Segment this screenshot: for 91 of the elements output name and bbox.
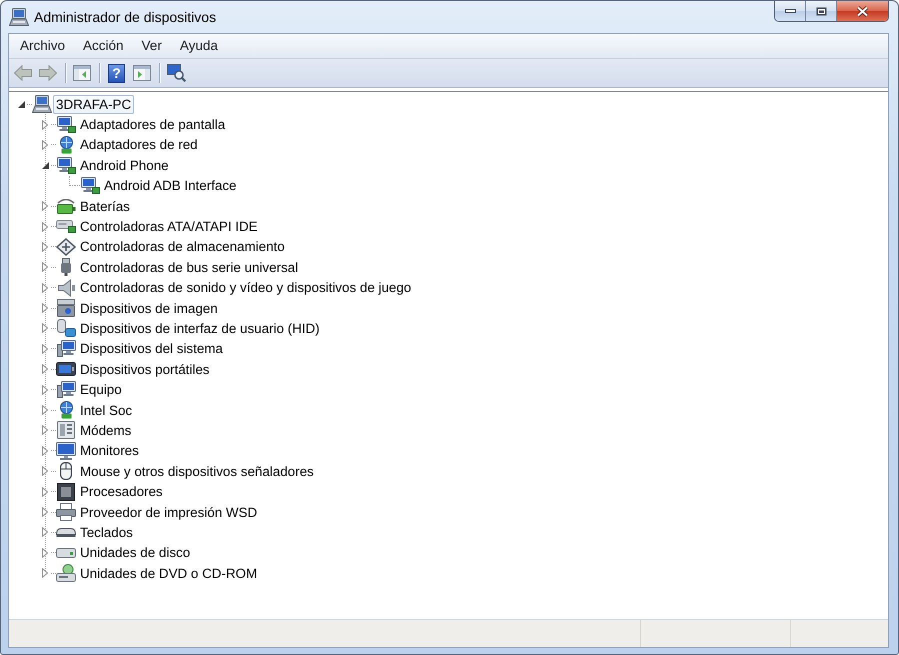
minimize-button[interactable]	[775, 1, 806, 21]
tree-item[interactable]: Unidades de disco	[77, 543, 194, 562]
close-button[interactable]	[837, 1, 888, 21]
tree-item[interactable]: Unidades de DVD o CD-ROM	[77, 564, 260, 583]
expand-arrow-icon[interactable]	[42, 303, 48, 314]
tree-item[interactable]: Adaptadores de red	[77, 135, 201, 154]
menu-item[interactable]: Archivo	[11, 36, 74, 56]
tree-item[interactable]: Intel Soc	[77, 400, 136, 420]
monitor-icon	[56, 442, 76, 460]
tree-item[interactable]: Android ADB Interface	[101, 176, 240, 196]
close-icon	[856, 6, 869, 16]
back-arrow-icon	[14, 65, 32, 81]
tree-item[interactable]: Mouse y otros dispositivos señaladores	[77, 462, 317, 481]
laptop-icon	[9, 8, 29, 26]
expand-arrow-icon[interactable]	[42, 344, 48, 354]
menu-item[interactable]: Ver	[132, 36, 171, 56]
expand-arrow-icon[interactable]	[42, 568, 48, 578]
expand-arrow-icon[interactable]	[42, 527, 48, 538]
expand-arrow-icon[interactable]	[42, 446, 48, 456]
console-tree-button[interactable]	[71, 62, 93, 84]
scan-hardware-button[interactable]	[165, 62, 187, 84]
tree-item[interactable]: Controladoras de almacenamiento	[77, 237, 288, 256]
expand-arrow-icon[interactable]	[42, 384, 48, 395]
tree-item[interactable]: 3DRAFA-PC	[53, 94, 134, 114]
tree-item[interactable]: Dispositivos del sistema	[77, 339, 226, 358]
tree-item[interactable]: Dispositivos portátiles	[77, 360, 212, 379]
tree-item[interactable]: Controladoras de bus serie universal	[77, 258, 302, 277]
minimize-icon	[784, 9, 796, 13]
tree-item[interactable]: Proveedor de impresión WSD	[77, 502, 260, 522]
expand-arrow-icon[interactable]	[42, 548, 48, 558]
tree-item[interactable]: Dispositivos de interfaz de usuario (HID)	[77, 318, 323, 338]
tree-item[interactable]: Monitores	[77, 441, 142, 460]
tree-item[interactable]: Dispositivos de imagen	[77, 298, 221, 318]
expand-arrow-icon[interactable]	[42, 466, 48, 476]
optical-drive-icon	[56, 564, 76, 582]
network-icon	[60, 401, 72, 419]
tree-item[interactable]: Módems	[77, 420, 134, 440]
network-icon	[60, 136, 72, 154]
mouse-icon	[60, 462, 72, 480]
window-pane-icon	[73, 65, 91, 81]
maximize-button[interactable]	[806, 1, 837, 21]
window-pane-icon	[133, 65, 151, 81]
tree-item[interactable]: Controladoras de sonido y vídeo y dispositivos de juego	[77, 278, 414, 298]
expand-arrow-icon[interactable]	[42, 282, 48, 293]
monitor-card-icon	[80, 177, 100, 194]
expand-arrow-icon[interactable]	[42, 425, 48, 436]
expand-arrow-icon[interactable]	[42, 222, 48, 232]
camera-icon	[57, 299, 75, 318]
input-device-icon	[56, 319, 76, 338]
maximize-icon	[816, 6, 826, 16]
collapse-arrow-icon[interactable]	[42, 162, 48, 169]
expand-arrow-icon[interactable]	[42, 323, 48, 334]
expand-arrow-icon[interactable]	[42, 201, 48, 212]
tree-item[interactable]: Equipo	[77, 380, 125, 400]
tree-item[interactable]: Android Phone	[77, 156, 172, 175]
battery-icon	[56, 198, 76, 214]
expand-arrow-icon[interactable]	[42, 262, 48, 272]
keyboard-icon	[56, 528, 76, 538]
expand-arrow-icon[interactable]	[42, 140, 48, 150]
tree-item[interactable]: Adaptadores de pantalla	[77, 115, 228, 134]
tree-item[interactable]: Teclados	[77, 522, 136, 542]
modem-icon	[57, 421, 75, 440]
computer-icon	[56, 340, 76, 358]
processor-chip-icon	[57, 482, 75, 501]
expand-arrow-icon[interactable]	[42, 507, 48, 517]
printer-icon	[56, 503, 76, 521]
collapse-arrow-icon[interactable]	[18, 100, 24, 108]
action-pane-button[interactable]	[131, 62, 153, 84]
monitor-card-icon	[56, 156, 76, 174]
expand-arrow-icon[interactable]	[42, 486, 48, 497]
storage-controller-icon	[56, 238, 76, 256]
expand-arrow-icon[interactable]	[42, 242, 48, 252]
expand-arrow-icon[interactable]	[42, 120, 48, 130]
menu-item[interactable]: Acción	[74, 36, 133, 56]
monitor-magnifier-icon	[166, 64, 186, 82]
tree-item[interactable]: Baterías	[77, 196, 133, 216]
forward-arrow-icon	[39, 65, 57, 81]
speaker-icon	[58, 278, 74, 297]
tree-item[interactable]: Procesadores	[77, 482, 166, 502]
help-button[interactable]: ?	[108, 64, 125, 82]
window-title: Administrador de dispositivos	[34, 8, 216, 26]
menu-item[interactable]: Ayuda	[170, 36, 227, 56]
portable-device-icon	[56, 362, 76, 376]
expand-arrow-icon[interactable]	[42, 364, 48, 374]
monitor-card-icon	[56, 116, 76, 134]
usb-plug-icon	[61, 258, 71, 276]
computer-icon	[56, 381, 76, 398]
laptop-icon	[32, 95, 52, 114]
disk-drive-icon	[56, 548, 76, 558]
expand-arrow-icon[interactable]	[42, 405, 48, 416]
tree-item[interactable]: Controladoras ATA/ATAPI IDE	[77, 217, 261, 236]
